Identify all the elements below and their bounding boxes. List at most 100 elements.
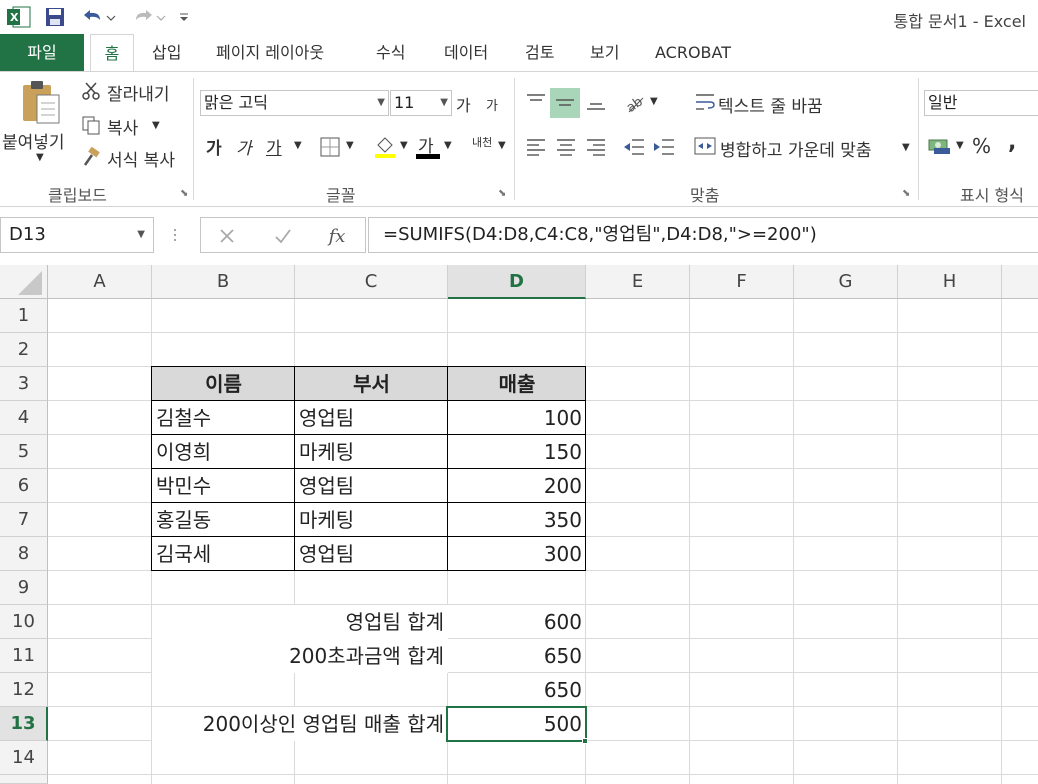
copy-icon[interactable] [80,114,102,136]
formula-input[interactable]: =SUMIFS(D4:D8,C4:C8,"영업팀",D4:D8,">=200") [368,217,1038,253]
cut-icon[interactable] [80,80,102,102]
font-name-dropdown[interactable]: 맑은 고딕 ▼ [200,90,389,116]
italic-button[interactable]: 가 [236,134,252,159]
column-header-partial[interactable] [1002,265,1038,299]
phonetic-dropdown-icon[interactable]: ▼ [498,140,506,151]
merge-center-button[interactable]: 병합하고 가운데 맞춤 [720,136,872,161]
tab-review[interactable]: 검토 [523,34,556,71]
align-right-icon[interactable] [582,134,610,160]
row-header-5[interactable]: 5 [0,435,48,469]
format-painter-icon[interactable] [80,146,102,168]
cancel-icon[interactable] [217,226,237,246]
column-header-a[interactable]: A [48,265,152,299]
redo-icon[interactable] [128,5,168,29]
fill-color-icon[interactable] [372,134,398,160]
format-painter-button[interactable]: 서식 복사 [107,146,175,171]
tab-insert[interactable]: 삽입 [150,34,183,71]
underline-dropdown-icon[interactable]: ▼ [294,140,302,151]
font-color-dropdown-icon[interactable]: ▼ [444,140,452,151]
borders-dropdown-icon[interactable]: ▼ [346,140,354,151]
row-header-12[interactable]: 12 [0,673,48,707]
font-launcher-icon[interactable]: ⬊ [498,188,506,199]
undo-icon[interactable] [78,5,118,29]
cut-button[interactable]: 잘라내기 [107,80,170,105]
row-header-6[interactable]: 6 [0,469,48,503]
save-icon[interactable] [42,5,68,29]
summary-label[interactable]: 영업팀 합계 [152,605,448,639]
customize-toolbar-icon[interactable] [176,5,192,29]
align-left-icon[interactable] [522,134,550,160]
summary-value[interactable]: 600 [448,605,586,639]
row-header-10[interactable]: 10 [0,605,48,639]
tab-formulas[interactable]: 수식 [374,34,407,71]
row-header-11[interactable]: 11 [0,639,48,673]
formula-bar-resize-handle[interactable] [173,227,177,243]
tab-file[interactable]: 파일 [0,34,84,71]
increase-indent-icon[interactable] [650,134,678,160]
paste-button[interactable]: 붙여넣기 [2,128,65,153]
percent-style-button[interactable]: % [972,134,991,158]
copy-dropdown-icon[interactable]: ▼ [152,120,160,131]
paste-icon[interactable] [18,78,64,128]
worksheet-grid[interactable]: A B C D E F G H 1 2 3 4 5 6 7 8 9 10 11 … [0,265,1038,784]
column-header-c[interactable]: C [295,265,448,299]
shrink-font-button[interactable]: 가 [486,95,498,114]
row-header-partial[interactable] [0,775,48,784]
summary-label[interactable]: 200이상인 영업팀 매출 합계 [152,707,448,741]
insert-function-icon[interactable]: fx [325,224,349,248]
column-header-b[interactable]: B [152,265,295,299]
tab-home[interactable]: 홈 [90,34,134,72]
name-box[interactable]: D13 ▼ [0,217,154,253]
row-header-14[interactable]: 14 [0,741,48,775]
alignment-launcher-icon[interactable]: ⬊ [902,188,910,199]
enter-icon[interactable] [273,226,293,246]
tab-page-layout[interactable]: 페이지 레이아웃 [214,34,326,71]
accounting-dropdown-icon[interactable]: ▼ [956,140,964,151]
underline-button[interactable]: 가 [266,134,282,159]
paste-dropdown-icon[interactable]: ▼ [36,152,44,163]
merge-center-icon[interactable] [692,134,718,158]
wrap-text-icon[interactable] [692,90,718,114]
select-all-corner[interactable] [0,265,48,299]
summary-value[interactable]: 650 [448,673,586,707]
phonetic-guide-button[interactable]: 내천 [472,134,492,150]
row-header-2[interactable]: 2 [0,333,48,367]
bold-button[interactable]: 가 [206,134,222,159]
orientation-icon[interactable]: ab [622,88,648,116]
clipboard-launcher-icon[interactable]: ⬊ [180,188,188,199]
grow-font-button[interactable]: 가 [456,92,471,116]
row-header-1[interactable]: 1 [0,299,48,333]
row-header-3[interactable]: 3 [0,367,48,401]
row-header-13[interactable]: 13 [0,707,48,741]
align-bottom-icon[interactable] [582,88,610,116]
align-top-icon[interactable] [522,88,550,116]
number-format-dropdown[interactable]: 일반 [924,90,1038,116]
accounting-format-icon[interactable] [926,134,954,158]
orientation-dropdown-icon[interactable]: ▼ [650,96,658,107]
summary-label[interactable]: 200초과금액 합계 [152,639,448,673]
merge-dropdown-icon[interactable]: ▼ [902,142,910,153]
tab-view[interactable]: 보기 [588,34,621,71]
column-header-d[interactable]: D [448,265,586,299]
wrap-text-button[interactable]: 텍스트 줄 바꿈 [718,92,823,117]
column-header-g[interactable]: G [794,265,898,299]
align-middle-icon[interactable] [550,88,580,118]
align-center-icon[interactable] [552,134,580,160]
copy-button[interactable]: 복사 [107,114,138,139]
column-header-f[interactable]: F [690,265,794,299]
summary-value[interactable]: 650 [448,639,586,673]
row-header-4[interactable]: 4 [0,401,48,435]
fill-color-dropdown-icon[interactable]: ▼ [400,140,408,151]
row-header-8[interactable]: 8 [0,537,48,571]
decrease-indent-icon[interactable] [620,134,648,160]
summary-label[interactable] [152,673,448,707]
tab-acrobat[interactable]: ACROBAT [653,34,733,71]
borders-icon[interactable] [318,136,342,158]
column-header-h[interactable]: H [898,265,1002,299]
column-header-e[interactable]: E [586,265,690,299]
comma-style-button[interactable]: , [1008,130,1016,155]
fill-handle[interactable] [582,738,588,744]
tab-data[interactable]: 데이터 [442,34,490,71]
row-header-9[interactable]: 9 [0,571,48,605]
row-header-7[interactable]: 7 [0,503,48,537]
